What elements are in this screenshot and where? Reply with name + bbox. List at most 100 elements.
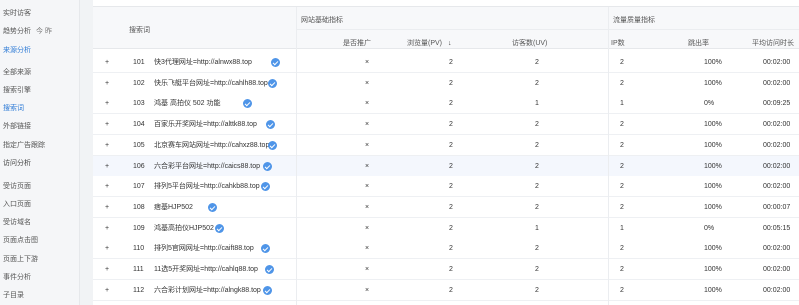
col-uv[interactable]: 访客数(UV) xyxy=(512,38,547,48)
sidebar-item-label: 指定广告跟踪 xyxy=(3,142,45,149)
keyword-link[interactable]: 鸿基 高拍仪 502 功能 xyxy=(154,93,221,114)
sidebar-item[interactable]: 指定广告跟踪 xyxy=(3,139,45,153)
keyword-link[interactable]: 六合彩平台网址=http://caics88.top xyxy=(154,156,260,177)
uv-value: 2 xyxy=(535,286,539,294)
table-row[interactable]: +107 排列5平台网址=http://cahkb88.top × 2 2 2 100% 00… xyxy=(93,176,799,198)
keyword-link[interactable]: 百家乐开奖网址=http://alttk88.top xyxy=(154,114,257,135)
keyword-link[interactable]: 北京赛车网站网址=http://cahxz88.top xyxy=(154,135,269,156)
promoted-value: × xyxy=(365,203,370,211)
sidebar-item-label: 外部链接 xyxy=(3,123,31,130)
bounce-value: 100% xyxy=(704,245,722,253)
plus-icon[interactable]: + xyxy=(105,259,109,280)
table-row[interactable]: +101 快3代理网址=http://alnwx88.top × 2 2 2 100% 00:… xyxy=(93,52,799,73)
bounce-value: 100% xyxy=(704,121,722,129)
sidebar-item[interactable]: 受访页面 xyxy=(3,180,31,194)
plus-icon[interactable]: + xyxy=(105,197,109,218)
verified-check-icon xyxy=(271,58,280,67)
arrow-down-icon[interactable]: ↓ xyxy=(448,40,452,47)
col-bounce[interactable]: 跳出率 xyxy=(688,38,709,48)
table-row[interactable]: +104 百家乐开奖网址=http://alttk88.top × 2 2 2 100% 00… xyxy=(93,114,799,136)
sidebar-item[interactable]: 实时访客 xyxy=(3,7,31,21)
table-row[interactable]: +103 鸿基 高拍仪 502 功能 × 2 1 1 0% 00:09:25 xyxy=(93,93,799,115)
col-divider xyxy=(608,7,609,305)
table-row[interactable]: +110 排列5官网网址=http://caift88.top × 2 2 2 100% 00… xyxy=(93,238,799,260)
promoted-value: × xyxy=(365,162,370,170)
sidebar-item-extra[interactable]: 今 昨 xyxy=(36,28,52,35)
keyword-link[interactable]: 六合彩计划网址=http://alngk88.top xyxy=(154,280,261,301)
promoted-value: × xyxy=(365,79,370,87)
plus-icon[interactable]: + xyxy=(105,135,109,156)
plus-icon[interactable]: + xyxy=(105,176,109,197)
keyword-link[interactable]: 排列5平台网址=http://cahkb88.top xyxy=(154,176,260,197)
sidebar-item[interactable]: 页面上下游 xyxy=(3,253,38,267)
sidebar-item-label: 页面点击图 xyxy=(3,237,38,244)
keyword-link[interactable]: 痞基HJP502 xyxy=(154,197,193,218)
plus-icon[interactable]: + xyxy=(105,114,109,135)
sidebar-item[interactable]: 全部来源 xyxy=(3,66,31,80)
avg-time-value: 00:02:00 xyxy=(763,183,791,191)
sidebar-item-label: 搜索引擎 xyxy=(3,87,31,94)
sidebar-item-label: 访问分析 xyxy=(3,160,31,167)
avg-time-value: 00:02:00 xyxy=(763,79,791,87)
bounce-value: 100% xyxy=(704,162,722,170)
col-pv-label: 浏览量(PV) xyxy=(407,40,442,47)
verified-check-icon xyxy=(263,285,272,295)
sidebar-item[interactable]: 来源分析 xyxy=(3,44,31,58)
ip-value: 2 xyxy=(620,141,624,149)
promoted-value: × xyxy=(365,121,370,129)
sidebar-item[interactable]: 子目录 xyxy=(3,289,24,303)
ip-value: 2 xyxy=(620,266,624,273)
keyword-link[interactable]: 鸿基高拍仪HJP502 xyxy=(154,218,214,239)
col-avg-time[interactable]: 平均访问时长 xyxy=(752,38,794,48)
plus-icon[interactable]: + xyxy=(105,93,109,114)
verified-check-icon xyxy=(265,265,274,274)
row-number: 107 xyxy=(133,183,145,191)
keyword-link[interactable]: 排列5官网网址=http://caift88.top xyxy=(154,238,254,259)
keyword-link[interactable]: 快乐飞艇平台网址=http://cahlh88.top xyxy=(154,73,268,94)
ip-value: 2 xyxy=(620,245,624,253)
sidebar-item[interactable]: 访问分析 xyxy=(3,157,31,171)
col-pv[interactable]: 浏览量(PV) ↓ xyxy=(407,38,451,48)
plus-icon[interactable]: + xyxy=(105,280,109,301)
plus-icon[interactable]: + xyxy=(105,156,109,177)
table-row[interactable]: +108 痞基HJP502 × 2 2 2 100% 00:00:07 xyxy=(93,196,799,218)
col-promoted[interactable]: 是否推广 xyxy=(343,38,371,48)
keyword-link[interactable]: 11选5开奖网址=http://cahlq88.top xyxy=(154,259,258,280)
row-number: 108 xyxy=(133,203,145,211)
uv-value: 2 xyxy=(535,121,539,129)
ip-value: 2 xyxy=(620,203,624,211)
sidebar-item[interactable]: 页面点击图 xyxy=(3,234,38,248)
ip-value: 2 xyxy=(620,286,624,294)
plus-icon[interactable]: + xyxy=(105,238,109,259)
row-number: 103 xyxy=(133,100,145,108)
table-row[interactable]: +106 六合彩平台网址=http://caics88.top × 2 2 2 100% 00… xyxy=(93,155,799,177)
uv-value: 2 xyxy=(535,203,539,211)
uv-value: 1 xyxy=(535,224,539,232)
sidebar-item[interactable]: 事件分析 xyxy=(3,271,31,285)
sidebar-item[interactable]: 受访域名 xyxy=(3,216,31,230)
table-row[interactable]: +112 六合彩计划网址=http://alngk88.top × 2 2 2 100% 00… xyxy=(93,279,799,301)
table-row[interactable]: +105 北京赛车网站网址=http://cahxz88.top × 2 2 2 100% 0… xyxy=(93,134,799,156)
keyword-link[interactable]: 快3代理网址=http://alnwx88.top xyxy=(154,52,252,73)
sidebar-item-label: 受访域名 xyxy=(3,219,31,226)
col-ip[interactable]: IP数 xyxy=(611,38,625,48)
sidebar-item[interactable]: 搜索引擎 xyxy=(3,84,31,98)
sidebar-item[interactable]: 外部链接 xyxy=(3,120,31,134)
bounce-value: 100% xyxy=(704,286,722,294)
avg-time-value: 00:02:00 xyxy=(763,266,791,273)
plus-icon[interactable]: + xyxy=(105,52,109,73)
table-row[interactable]: +111 11选5开奖网址=http://cahlq88.top × 2 2 2 100% 0… xyxy=(93,259,799,280)
sidebar-item[interactable]: 趋势分析今 昨 xyxy=(3,25,52,39)
sidebar-item[interactable]: 入口页面 xyxy=(3,198,31,212)
uv-value: 1 xyxy=(535,100,539,108)
table-row[interactable]: +102 快乐飞艇平台网址=http://cahlh88.top × 2 2 2 100% 0… xyxy=(93,72,799,94)
sidebar-item[interactable]: 搜索词 xyxy=(3,102,24,116)
sidebar-item-label: 全部来源 xyxy=(3,69,31,76)
plus-icon[interactable]: + xyxy=(105,73,109,94)
search-word-header: 搜索词 xyxy=(129,27,150,34)
plus-icon[interactable]: + xyxy=(105,218,109,239)
uv-value: 2 xyxy=(535,266,539,273)
bounce-value: 100% xyxy=(704,266,722,273)
table-row[interactable]: +109 鸿基高拍仪HJP502 × 2 1 1 0% 00:05:15 xyxy=(93,217,799,239)
bounce-value: 0% xyxy=(704,224,715,232)
